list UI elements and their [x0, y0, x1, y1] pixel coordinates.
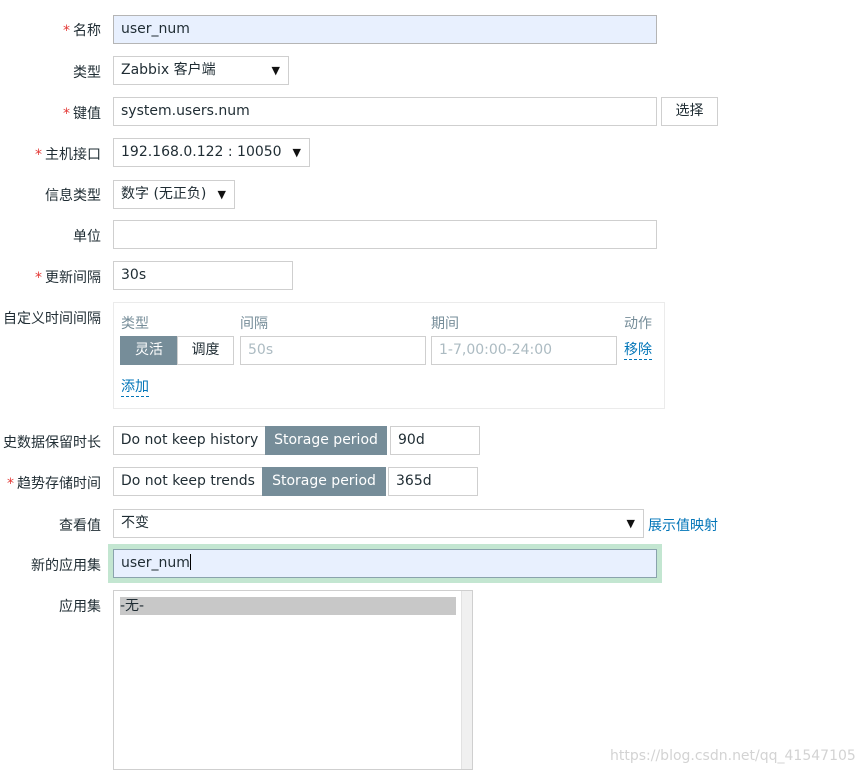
units-label: 单位 [73, 229, 101, 245]
type-label: 类型 [73, 65, 101, 81]
history-period-input[interactable]: 90d [390, 426, 480, 455]
required-mark: * [35, 270, 42, 286]
host-interface-label: * 主机接口 [35, 147, 101, 163]
col-header-type: 类型 [121, 316, 149, 332]
watermark: https://blog.csdn.net/qq_41547105 [610, 748, 856, 764]
name-input[interactable]: user_num [113, 15, 657, 44]
host-interface-value: 192.168.0.122 : 10050 [121, 144, 282, 160]
history-storage-period-toggle[interactable]: Storage period [265, 426, 387, 455]
scheduling-toggle[interactable]: 调度 [177, 336, 234, 365]
remove-interval-link[interactable]: 移除 [624, 342, 652, 360]
show-value-mappings-link[interactable]: 展示值映射 [648, 515, 718, 535]
info-type-value: 数字 (无正负) [121, 186, 207, 202]
new-application-label: 新的应用集 [31, 558, 101, 574]
flexible-toggle[interactable]: 灵活 [120, 336, 178, 365]
period-placeholder: 1-7,00:00-24:00 [439, 342, 553, 358]
required-mark: * [63, 106, 70, 122]
type-select[interactable]: Zabbix 客户端 ▼ [113, 56, 289, 85]
chevron-down-icon: ▼ [271, 64, 280, 77]
show-value-value: 不变 [121, 515, 149, 531]
interval-placeholder: 50s [248, 342, 274, 358]
history-label: 史数据保留时长 [3, 435, 101, 451]
history-do-not-keep-toggle[interactable]: Do not keep history [113, 426, 266, 455]
show-value-label: 查看值 [59, 518, 101, 534]
key-input[interactable]: system.users.num [113, 97, 657, 126]
new-application-input[interactable]: user_num [113, 549, 657, 578]
info-type-select[interactable]: 数字 (无正负) ▼ [113, 180, 235, 209]
show-value-select[interactable]: 不变 ▼ [113, 509, 644, 538]
add-interval-link[interactable]: 添加 [121, 379, 149, 397]
key-label: * 键值 [63, 106, 101, 122]
trends-period-input[interactable]: 365d [388, 467, 478, 496]
required-mark: * [7, 476, 14, 492]
type-select-value: Zabbix 客户端 [121, 62, 216, 78]
chevron-down-icon: ▼ [217, 188, 226, 201]
col-header-period: 期间 [431, 316, 459, 332]
applications-list-item[interactable]: -无- [120, 597, 456, 615]
chevron-down-icon: ▼ [626, 517, 635, 530]
period-input[interactable]: 1-7,00:00-24:00 [431, 336, 617, 365]
trends-do-not-keep-toggle[interactable]: Do not keep trends [113, 467, 263, 496]
chevron-down-icon: ▼ [292, 146, 301, 159]
col-header-action: 动作 [624, 316, 652, 332]
new-application-value: user_num [121, 555, 190, 571]
update-interval-label: * 更新间隔 [35, 270, 101, 286]
info-type-label: 信息类型 [45, 188, 101, 204]
trends-storage-period-toggle[interactable]: Storage period [262, 467, 386, 496]
trends-label: * 趋势存储时间 [7, 476, 101, 492]
applications-listbox[interactable]: -无- [113, 590, 473, 770]
host-interface-select[interactable]: 192.168.0.122 : 10050 ▼ [113, 138, 310, 167]
applications-scrollbar[interactable] [461, 591, 472, 769]
applications-label: 应用集 [59, 599, 101, 615]
units-input[interactable] [113, 220, 657, 249]
required-mark: * [63, 23, 70, 39]
update-interval-input[interactable]: 30s [113, 261, 293, 290]
key-select-button[interactable]: 选择 [661, 97, 718, 126]
interval-input[interactable]: 50s [240, 336, 426, 365]
required-mark: * [35, 147, 42, 163]
col-header-interval: 间隔 [240, 316, 268, 332]
custom-intervals-panel: 类型 间隔 期间 动作 灵活 调度 50s 1-7,00:00-24:00 移除… [113, 302, 665, 409]
name-label: * 名称 [63, 23, 101, 39]
text-cursor [189, 554, 191, 570]
custom-intervals-label: 自定义时间间隔 [3, 311, 101, 327]
